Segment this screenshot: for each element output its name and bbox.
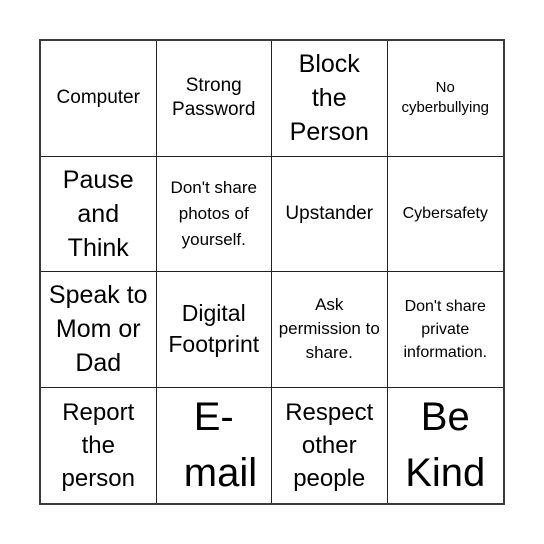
bingo-cell[interactable]: Pause and Think <box>41 156 157 272</box>
bingo-cell[interactable]: Respect other people <box>272 387 388 503</box>
bingo-cell[interactable]: Block the Person <box>272 41 388 157</box>
bingo-cell[interactable]: E-mail <box>157 387 272 503</box>
bingo-cell[interactable]: Computer <box>41 41 157 157</box>
bingo-cell[interactable]: Don't share photos of yourself. <box>156 156 272 272</box>
bingo-cell[interactable]: No cyberbullying <box>387 41 503 157</box>
bingo-cell[interactable]: Digital Footprint <box>156 272 272 388</box>
bingo-cell[interactable]: Upstander <box>272 156 388 272</box>
bingo-cell[interactable]: Strong Password <box>156 41 272 157</box>
bingo-cell[interactable]: Ask permission to share. <box>272 272 388 388</box>
bingo-cell[interactable]: Speak to Mom or Dad <box>41 272 157 388</box>
bingo-cell[interactable]: Cybersafety <box>387 157 503 272</box>
bingo-cell[interactable]: Don't share private information. <box>387 272 503 388</box>
bingo-board: Computer Strong Password Block the Perso… <box>39 39 505 505</box>
bingo-cell[interactable]: Report the person <box>41 387 157 503</box>
bingo-cell[interactable]: Be Kind <box>388 388 504 504</box>
